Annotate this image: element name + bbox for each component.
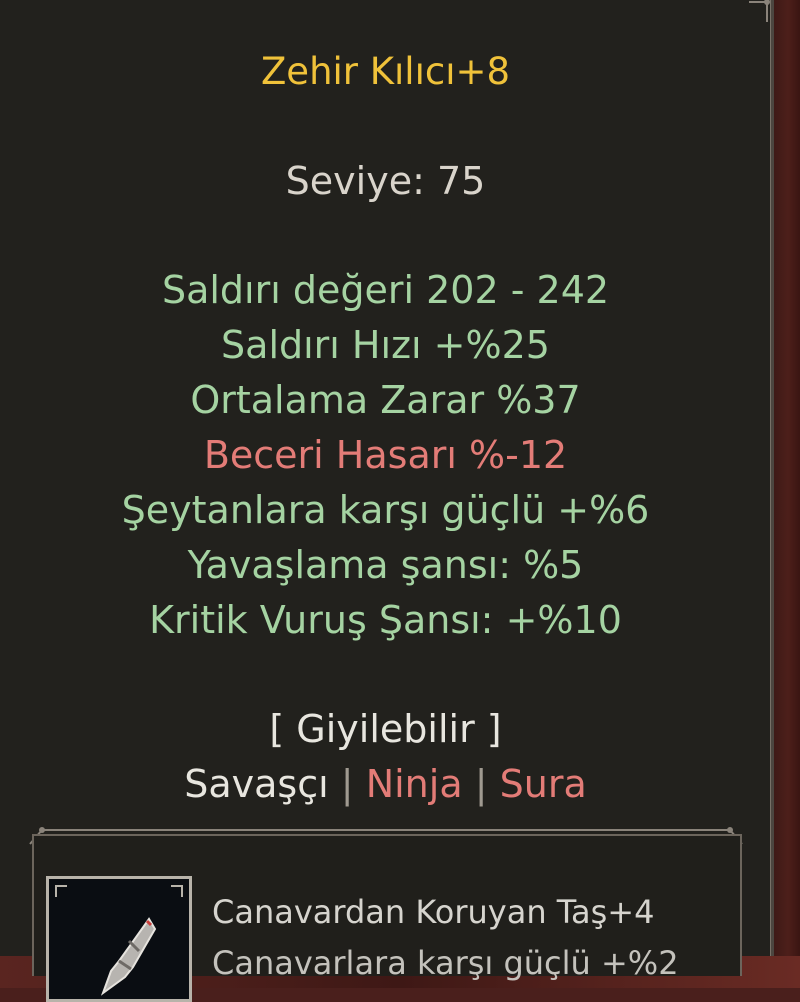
slot-corner xyxy=(55,885,67,897)
stat-attack-speed: Saldırı Hızı +%25 xyxy=(221,323,550,367)
item-tooltip: Zehir Kılıcı+8 Seviye: 75 Saldırı değeri… xyxy=(0,0,774,956)
item-level: Seviye: 75 xyxy=(285,159,486,203)
wearable-label: [ Giyilebilir ] xyxy=(269,707,502,751)
socket-slot[interactable] xyxy=(46,876,192,1002)
stat-average-damage: Ortalama Zarar %37 xyxy=(190,378,581,422)
background-right xyxy=(770,0,800,988)
socket-stone-effect: Canavarlara karşı güçlü +%2 xyxy=(212,944,679,982)
class-separator: | xyxy=(340,762,354,806)
corner-ornament-icon xyxy=(749,0,770,22)
socket-stone-name: Canavardan Koruyan Taş+4 xyxy=(212,893,655,931)
class-warrior: Savaşçı xyxy=(184,762,329,806)
slot-corner xyxy=(171,885,183,897)
item-name: Zehir Kılıcı+8 xyxy=(260,50,511,93)
class-ninja: Ninja xyxy=(365,762,463,806)
stat-attack-value: Saldırı değeri 202 - 242 xyxy=(161,268,610,312)
stat-slow-chance: Yavaşlama şansı: %5 xyxy=(187,543,584,587)
stat-vs-devils: Şeytanlara karşı güçlü +%6 xyxy=(121,488,650,532)
class-sura: Sura xyxy=(499,762,587,806)
class-separator: | xyxy=(474,762,488,806)
class-list: Savaşçı | Ninja | Sura xyxy=(0,765,771,803)
stat-critical-chance: Kritik Vuruş Şansı: +%10 xyxy=(149,598,622,642)
stat-skill-damage: Beceri Hasarı %-12 xyxy=(203,433,568,477)
